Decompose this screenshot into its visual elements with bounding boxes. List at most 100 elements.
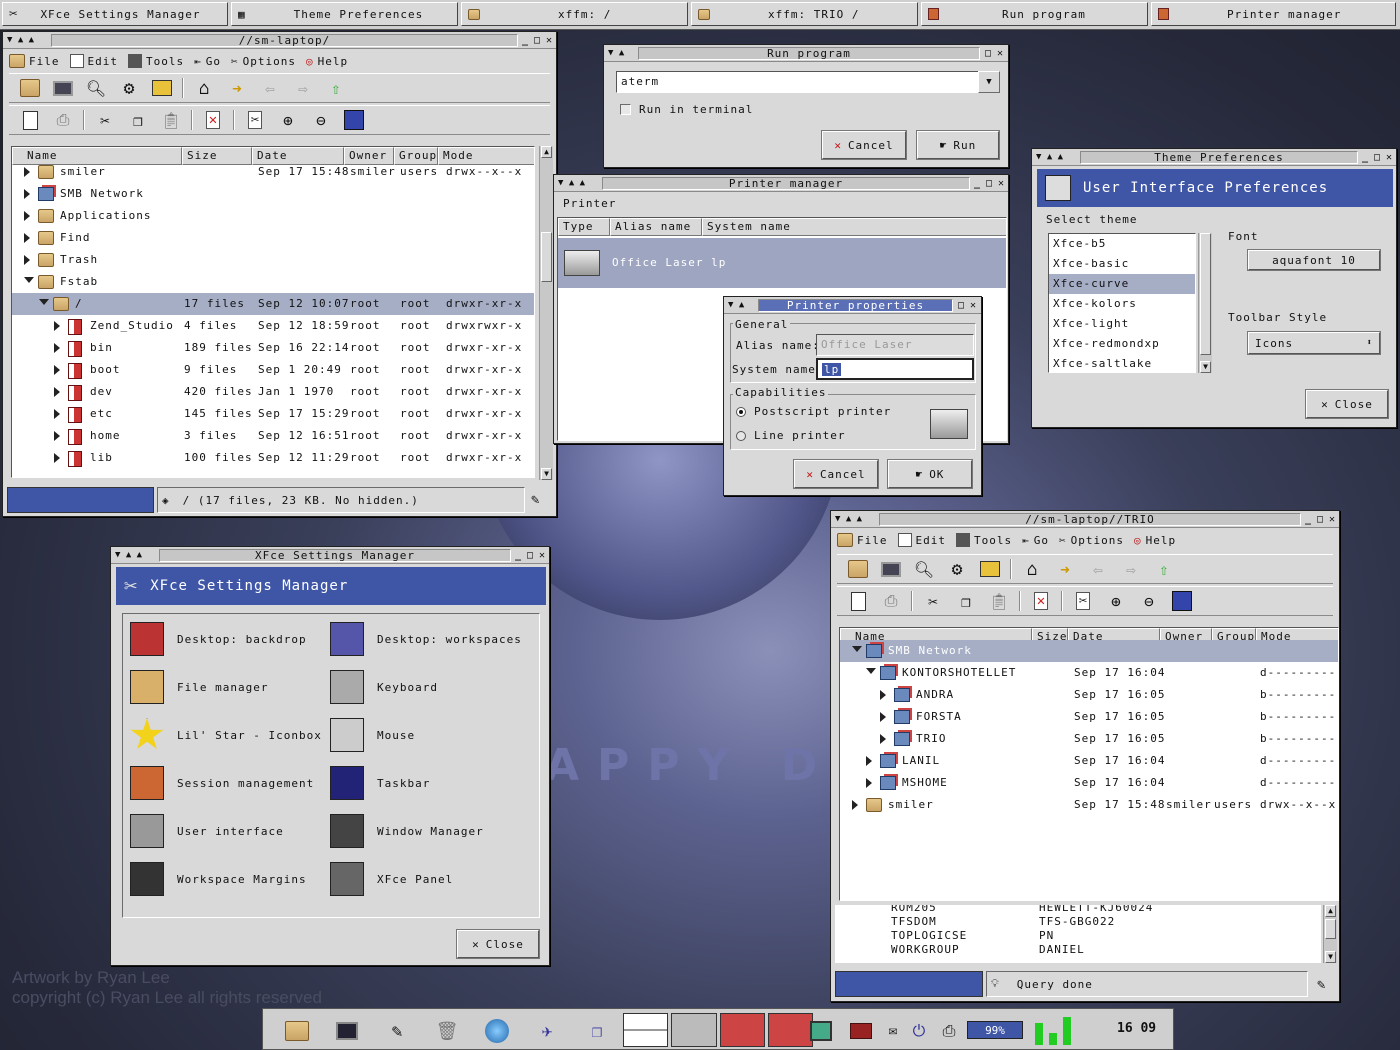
home-button[interactable]: ⌂ (191, 75, 217, 101)
font-button[interactable]: aquafont 10 (1248, 250, 1380, 270)
settings-item[interactable]: File manager (127, 667, 268, 707)
expander-icon[interactable] (54, 343, 60, 353)
cancel-button[interactable]: ✕ Cancel (794, 460, 878, 488)
scroll-up-arrow[interactable]: ▲ (541, 146, 552, 158)
file-tree-scrollbar[interactable]: ▲ ▼ (539, 146, 553, 480)
workspace-2[interactable] (671, 1013, 717, 1047)
goto-button[interactable]: ➜ (224, 75, 250, 101)
print-button[interactable]: ⎙ (878, 588, 904, 614)
file-row[interactable]: etc 145 files Sep 17 15:29 root root drwxr-xr… (12, 403, 534, 425)
zoom-out-button[interactable]: ⊖ (1136, 588, 1162, 614)
expander-icon[interactable] (24, 189, 30, 199)
paste-button[interactable]: 📋︎ (158, 107, 184, 133)
home-folder-button[interactable] (845, 556, 871, 582)
screenshot-launcher[interactable] (807, 1017, 835, 1045)
bookmarks-button[interactable] (977, 556, 1003, 582)
file-row[interactable]: Fstab (12, 271, 534, 293)
expander-icon[interactable] (880, 734, 886, 744)
copy-button[interactable]: ❐ (953, 588, 979, 614)
radio-checked[interactable] (736, 406, 746, 417)
menu-edit[interactable]: Edit (897, 533, 947, 547)
home-folder-button[interactable] (17, 75, 43, 101)
workspace-3[interactable] (719, 1013, 765, 1047)
expander-icon[interactable] (24, 277, 34, 283)
cut-button[interactable]: ✂ (920, 588, 946, 614)
expander-icon[interactable] (54, 409, 60, 419)
settings-item[interactable]: Mouse (327, 715, 415, 755)
file-row[interactable]: smiler Sep 17 15:48 smiler users drwx--x--x (12, 165, 534, 183)
toolbar-style-select[interactable]: Icons ⬍ (1248, 332, 1380, 354)
theme-item[interactable]: Xfce-curve (1049, 274, 1195, 294)
run-in-terminal-checkbox[interactable]: Run in terminal (620, 103, 753, 116)
expander-icon[interactable] (880, 712, 886, 722)
menu-file[interactable]: File (9, 54, 60, 68)
cut-button[interactable]: ✂ (92, 107, 118, 133)
expander-icon[interactable] (852, 800, 858, 810)
theme-item[interactable]: Xfce-light (1049, 314, 1195, 334)
view-toggle-button[interactable] (1169, 588, 1195, 614)
task-run-program[interactable]: Run program (921, 2, 1148, 26)
titlebar[interactable]: ▼ ▲ ▲ //sm-laptop/ _ □ ✕ (3, 32, 556, 49)
window-menu-buttons[interactable]: ▼ ▲ ▲ (831, 514, 879, 524)
workspace-1[interactable] (623, 1013, 669, 1047)
file-row[interactable]: /17 files Sep 12 10:07 root root drwxr-xr-x (12, 293, 534, 315)
close-button[interactable]: ✕ Close (1306, 390, 1388, 418)
titlebar[interactable]: ▼ ▲ Printer properties □ ✕ (724, 297, 981, 314)
settings-item[interactable]: Window Manager (327, 811, 484, 851)
menu-go[interactable]: ⇤ Go (194, 55, 221, 68)
settings-item[interactable]: Session management (127, 763, 314, 803)
window-controls[interactable]: □ ✕ (980, 48, 1008, 59)
theme-item[interactable]: Xfce-kolors (1049, 294, 1195, 314)
theme-item[interactable]: Xfce-b5 (1049, 234, 1195, 254)
expander-icon[interactable] (852, 646, 862, 652)
zoom-in-button[interactable]: ⊕ (1103, 588, 1129, 614)
new-file-button[interactable] (845, 588, 871, 614)
window-controls[interactable]: _ □ ✕ (511, 550, 549, 561)
settings-item[interactable]: Workspace Margins (127, 859, 307, 899)
column-type[interactable]: Type (558, 218, 610, 236)
network-row[interactable]: TRIO Sep 17 16:05 b--------- (840, 728, 1338, 750)
find-button[interactable]: 🔍︎ (83, 75, 109, 101)
rocket-launcher[interactable]: ✈ (533, 1017, 561, 1045)
task-theme-preferences[interactable]: ▦ Theme Preferences (231, 2, 458, 26)
clock[interactable]: 16 09 (1117, 1021, 1156, 1036)
expander-icon[interactable] (39, 299, 49, 305)
bookmarks-button[interactable] (149, 75, 175, 101)
expander-icon[interactable] (54, 453, 60, 463)
computer-button[interactable] (50, 75, 76, 101)
titlebar[interactable]: ▼ ▲ ▲ //sm-laptop//TRIO _ □ ✕ (831, 511, 1339, 528)
settings-item[interactable]: Keyboard (327, 667, 438, 707)
task-xffm-trio[interactable]: xffm: TRIO / (691, 2, 918, 26)
task-xffm-root[interactable]: xffm: / (461, 2, 688, 26)
back-button[interactable]: ⇦ (257, 75, 283, 101)
book-launcher[interactable] (847, 1017, 875, 1045)
expander-icon[interactable] (880, 690, 886, 700)
command-dropdown-button[interactable]: ▼ (978, 71, 1000, 93)
editor-launcher[interactable]: ✎ (383, 1017, 411, 1045)
log-scrollbar[interactable]: ▲ ▼ (1323, 905, 1337, 963)
expander-icon[interactable] (24, 233, 30, 243)
expander-icon[interactable] (24, 255, 30, 265)
expander-icon[interactable] (24, 211, 30, 221)
network-row[interactable]: SMB Network (840, 640, 1338, 662)
scroll-thumb[interactable] (1325, 919, 1336, 939)
settings-item[interactable]: Desktop: backdrop (127, 619, 307, 659)
file-row[interactable]: bin 189 files Sep 16 22:14 root root drwxr-xr… (12, 337, 534, 359)
expander-icon[interactable] (24, 167, 30, 177)
theme-item[interactable]: Xfce-basic (1049, 254, 1195, 274)
system-name-field[interactable]: lp (816, 358, 974, 380)
scroll-down-arrow[interactable]: ▼ (1200, 361, 1211, 373)
window-menu-buttons[interactable]: ▼ ▲ ▲ (3, 35, 51, 45)
paste-button[interactable]: 📋︎ (986, 588, 1012, 614)
network-row[interactable]: ANDRA Sep 17 16:05 b--------- (840, 684, 1338, 706)
print-button[interactable]: ⎙ (50, 107, 76, 133)
titlebar[interactable]: ▼ ▲ ▲ Theme Preferences _ □ ✕ (1032, 149, 1396, 166)
window-menu-buttons[interactable]: ▼ ▲ (724, 300, 758, 310)
printer-row[interactable]: Office Laser lp (558, 238, 1006, 288)
expander-icon[interactable] (866, 756, 872, 766)
task-settings-manager[interactable]: ✂ XFce Settings Manager (2, 2, 228, 26)
column-size[interactable]: Size (182, 147, 252, 165)
expander-icon[interactable] (866, 778, 872, 788)
column-system[interactable]: System name (702, 218, 1006, 236)
ok-button[interactable]: ☛ OK (888, 460, 972, 488)
